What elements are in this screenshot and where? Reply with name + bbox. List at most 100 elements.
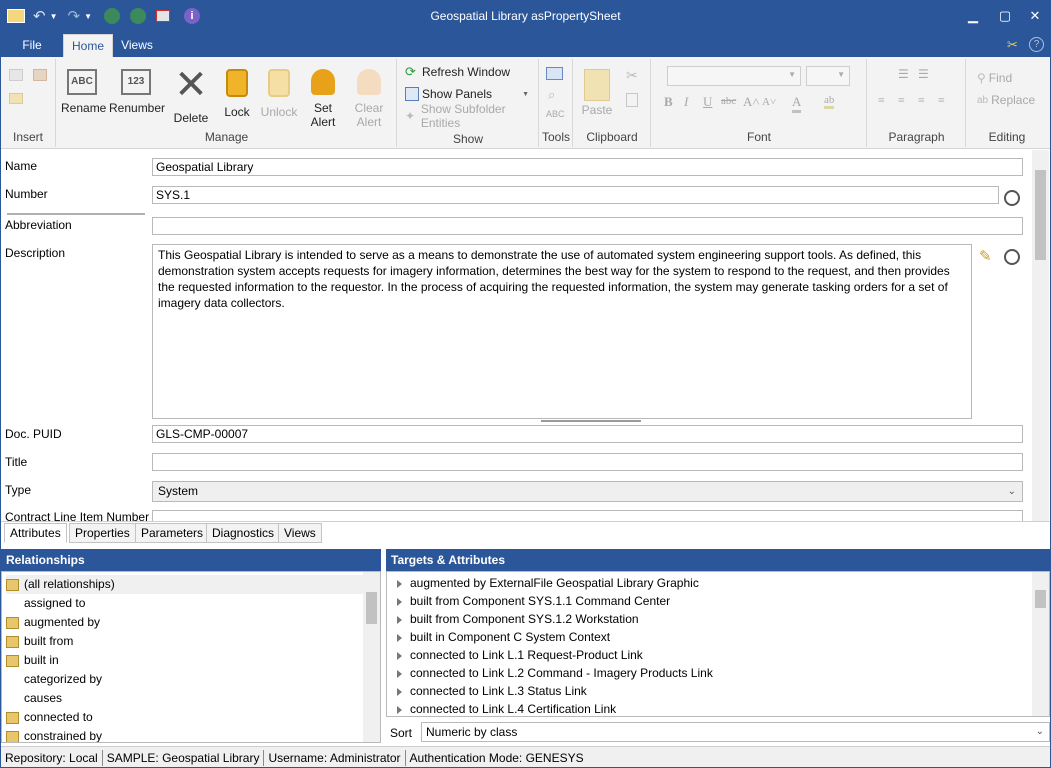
- name-field[interactable]: Geospatial Library: [152, 158, 1023, 176]
- splitter[interactable]: [7, 213, 145, 215]
- expand-arrow-icon[interactable]: [397, 651, 402, 660]
- expand-arrow-icon[interactable]: [397, 669, 402, 678]
- tab-views[interactable]: Views: [278, 523, 322, 543]
- scroll-thumb[interactable]: [1035, 590, 1046, 608]
- target-item[interactable]: connected to Link L.1 Request-Product Li…: [397, 646, 643, 664]
- insert-folder-icon[interactable]: [9, 93, 23, 104]
- maximize-button[interactable]: ▢: [995, 7, 1015, 25]
- targets-list[interactable]: augmented by ExternalFile Geospatial Lib…: [386, 571, 1050, 717]
- relationship-label: constrained by: [24, 729, 103, 743]
- relationship-item[interactable]: built in: [6, 651, 59, 670]
- target-item[interactable]: connected to Link L.4 Certification Link: [397, 700, 616, 716]
- contract-line-label: Contract Line Item Number: [5, 510, 150, 521]
- unlock-icon: [268, 69, 290, 97]
- detail-tabs: Attributes Properties Parameters Diagnos…: [1, 521, 1050, 543]
- strikethrough-icon: abc: [721, 95, 737, 107]
- chevron-down-icon: ▼: [788, 70, 796, 79]
- bell-icon: [311, 69, 335, 95]
- insert-group: Insert: [1, 59, 56, 147]
- relationships-list[interactable]: (all relationships) assigned to augmented …: [1, 571, 381, 743]
- application-window: ↶ ▼ ↷ ▼ i Geospatial Library asPropertyS…: [0, 0, 1051, 768]
- tab-attributes[interactable]: Attributes: [4, 523, 67, 543]
- tab-diagnostics[interactable]: Diagnostics: [206, 523, 281, 543]
- targets-scrollbar[interactable]: [1032, 572, 1049, 716]
- delete-button[interactable]: ✕ Delete: [169, 65, 213, 125]
- expand-arrow-icon[interactable]: [397, 579, 402, 588]
- chevron-down-icon: ⌄: [1035, 726, 1044, 737]
- paste-button: Paste: [580, 65, 614, 117]
- target-label: connected to Link L.2 Command - Imagery …: [410, 666, 713, 680]
- target-item[interactable]: built from Component SYS.1.1 Command Cen…: [397, 592, 670, 610]
- relationships-scrollbar[interactable]: [363, 572, 380, 742]
- tab-properties[interactable]: Properties: [69, 523, 136, 543]
- align-left-icon: ≡: [878, 93, 885, 107]
- target-item[interactable]: augmented by ExternalFile Geospatial Lib…: [397, 574, 699, 592]
- insert-package-icon[interactable]: [33, 69, 47, 81]
- relationship-item[interactable]: built from: [6, 632, 73, 651]
- history-icon[interactable]: [1004, 190, 1020, 206]
- tab-parameters[interactable]: Parameters: [135, 523, 210, 543]
- abbreviation-label: Abbreviation: [5, 218, 72, 232]
- resize-grip[interactable]: [541, 420, 641, 422]
- target-item[interactable]: connected to Link L.3 Status Link: [397, 682, 587, 700]
- find-icon: ⚲: [977, 71, 986, 85]
- description-field[interactable]: This Geospatial Library is intended to s…: [152, 244, 972, 419]
- targets-header: Targets & Attributes: [386, 549, 1050, 571]
- search-icon[interactable]: ⌕: [548, 87, 555, 103]
- tab-views[interactable]: Views: [117, 34, 157, 57]
- lock-button[interactable]: Lock: [219, 65, 255, 119]
- show-group-label: Show: [452, 132, 484, 146]
- set-alert-button[interactable]: Set Alert: [305, 65, 341, 129]
- clear-alert-button: Clear Alert: [349, 65, 389, 129]
- relationship-item[interactable]: connected to: [6, 708, 93, 727]
- rename-button[interactable]: ABC Rename: [61, 65, 106, 115]
- show-panels-button[interactable]: Show Panels ▼: [405, 85, 533, 103]
- refresh-window-button[interactable]: ⟳ Refresh Window: [405, 63, 510, 81]
- doc-puid-field[interactable]: GLS-CMP-00007: [152, 425, 1023, 443]
- property-scrollbar[interactable]: [1032, 150, 1049, 521]
- target-label: built from Component SYS.1.1 Command Cen…: [410, 594, 671, 608]
- relationship-item[interactable]: constrained by: [6, 727, 103, 743]
- title-field[interactable]: [152, 453, 1023, 471]
- tab-home[interactable]: Home: [63, 34, 113, 57]
- target-item[interactable]: connected to Link L.2 Command - Imagery …: [397, 664, 713, 682]
- renumber-button[interactable]: 123 Renumber: [109, 65, 165, 115]
- relationship-item[interactable]: (all relationships): [6, 575, 364, 594]
- spellcheck-icon[interactable]: ABC: [546, 109, 565, 119]
- scroll-thumb[interactable]: [366, 592, 377, 624]
- relationship-item[interactable]: augmented by: [6, 613, 100, 632]
- relationship-label: built in: [24, 653, 59, 667]
- expand-arrow-icon[interactable]: [397, 705, 402, 714]
- expand-arrow-icon[interactable]: [397, 633, 402, 642]
- tools-window-icon[interactable]: [546, 67, 563, 80]
- history-icon[interactable]: [1004, 249, 1020, 265]
- target-item[interactable]: built from Component SYS.1.2 Workstation: [397, 610, 639, 628]
- show-subfolder-label: Show Subfolder Entities: [420, 102, 506, 130]
- lock-icon: [226, 69, 248, 97]
- target-item[interactable]: built in Component C System Context: [397, 628, 610, 646]
- contract-line-field[interactable]: [152, 510, 1023, 521]
- minimize-button[interactable]: ▁: [963, 7, 983, 25]
- blank-icon: [6, 693, 19, 705]
- number-field[interactable]: SYS.1: [152, 186, 999, 204]
- expand-arrow-icon[interactable]: [397, 597, 402, 606]
- relationship-item[interactable]: causes: [6, 689, 62, 708]
- tools-icon[interactable]: ✂: [1007, 37, 1018, 53]
- paste-label: Paste: [581, 103, 613, 117]
- edit-pencil-icon[interactable]: ✎: [979, 247, 992, 265]
- relationship-item[interactable]: assigned to: [6, 594, 85, 613]
- close-button[interactable]: ✕: [1025, 7, 1045, 25]
- type-select[interactable]: System ⌄: [152, 481, 1023, 502]
- expand-arrow-icon[interactable]: [397, 615, 402, 624]
- sort-value: Numeric by class: [426, 725, 518, 739]
- abbreviation-field[interactable]: [152, 217, 1023, 235]
- tab-file[interactable]: File: [15, 34, 49, 57]
- insert-entity-icon[interactable]: [9, 69, 23, 81]
- scroll-thumb[interactable]: [1035, 170, 1046, 260]
- font-size-select: ▼: [806, 66, 850, 86]
- relationship-item[interactable]: categorized by: [6, 670, 102, 689]
- sort-select[interactable]: Numeric by class ⌄: [421, 722, 1050, 742]
- help-circle-icon[interactable]: ?: [1029, 37, 1044, 52]
- expand-arrow-icon[interactable]: [397, 687, 402, 696]
- bullet-list-icon: ☰: [898, 67, 909, 81]
